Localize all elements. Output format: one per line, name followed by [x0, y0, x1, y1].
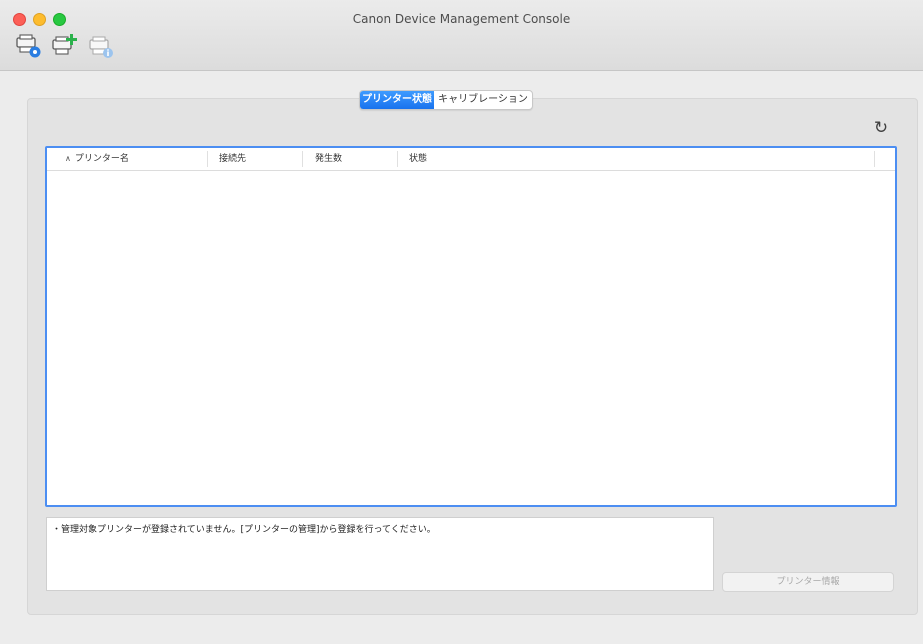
- table-header: ∧ プリンター名 接続先 発生数 状態: [47, 148, 895, 171]
- column-header-status[interactable]: 状態: [409, 148, 427, 170]
- printer-settings-icon: [16, 34, 41, 58]
- column-header-printer-name[interactable]: ∧ プリンター名: [65, 148, 129, 170]
- title-bar: Canon Device Management Console: [0, 0, 923, 71]
- printer-info-icon: [89, 36, 113, 58]
- column-divider[interactable]: [397, 151, 398, 167]
- refresh-icon: ↻: [873, 118, 889, 138]
- column-divider[interactable]: [207, 151, 208, 167]
- column-divider[interactable]: [874, 151, 875, 167]
- printer-table[interactable]: ∧ プリンター名 接続先 発生数 状態: [45, 146, 897, 507]
- tab-bar: プリンター状態 キャリブレーション: [359, 90, 533, 110]
- column-divider[interactable]: [302, 151, 303, 167]
- refresh-button[interactable]: ↻: [870, 117, 892, 139]
- printer-info-button-toolbar[interactable]: [86, 32, 118, 60]
- window-title: Canon Device Management Console: [352, 12, 571, 26]
- message-box: ・管理対象プリンターが登録されていません。[プリンターの管理]から登録を行ってく…: [46, 517, 714, 591]
- tab-calibration[interactable]: キャリブレーション: [434, 91, 532, 109]
- column-header-label: プリンター名: [74, 154, 129, 164]
- column-header-occurrences[interactable]: 発生数: [315, 148, 342, 170]
- add-printer-button[interactable]: [48, 32, 80, 60]
- sort-ascending-icon: ∧: [65, 154, 71, 163]
- printer-settings-button[interactable]: [14, 32, 46, 60]
- column-header-connection[interactable]: 接続先: [219, 148, 246, 170]
- printer-add-icon: [52, 34, 77, 55]
- tab-printer-status[interactable]: プリンター状態: [360, 91, 434, 109]
- message-text: ・管理対象プリンターが登録されていません。[プリンターの管理]から登録を行ってく…: [52, 525, 436, 535]
- printer-info-button[interactable]: プリンター情報: [722, 572, 894, 592]
- app-window: Canon Device Management Console プリンター状態 …: [0, 0, 923, 644]
